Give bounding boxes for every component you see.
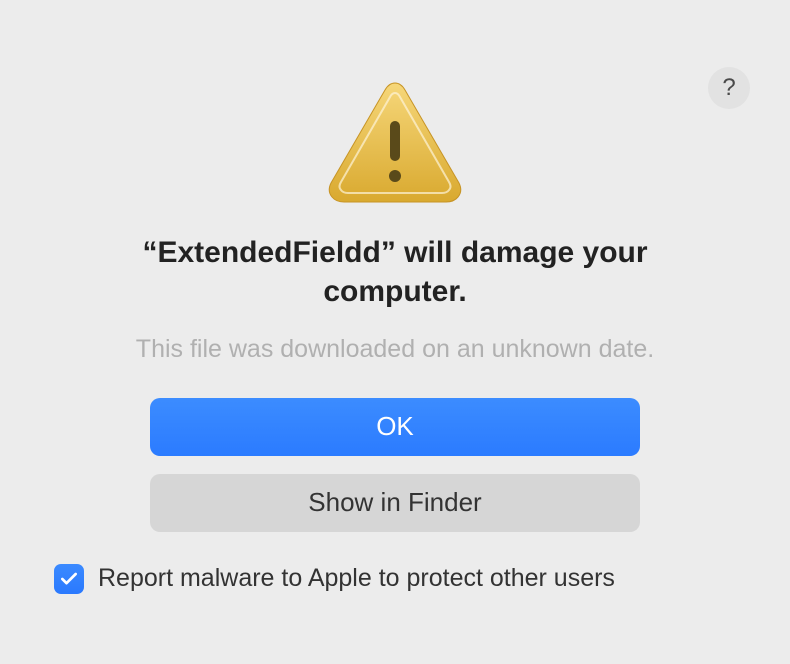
ok-button[interactable]: OK xyxy=(150,398,640,456)
alert-dialog: ? “ExtendedFieldd” will damage your comp… xyxy=(10,43,780,622)
button-group: OK Show in Finder xyxy=(50,398,740,532)
warning-icon xyxy=(325,79,465,205)
show-in-finder-button[interactable]: Show in Finder xyxy=(150,474,640,532)
checkmark-icon xyxy=(59,569,79,589)
alert-headline: “ExtendedFieldd” will damage your comput… xyxy=(50,233,740,311)
report-malware-row: Report malware to Apple to protect other… xyxy=(50,564,740,594)
alert-subtext: This file was downloaded on an unknown d… xyxy=(50,335,740,364)
report-malware-checkbox[interactable] xyxy=(54,564,84,594)
help-button[interactable]: ? xyxy=(708,67,750,109)
help-icon: ? xyxy=(722,74,735,102)
warning-icon-wrapper xyxy=(50,79,740,205)
report-malware-label: Report malware to Apple to protect other… xyxy=(98,564,615,593)
